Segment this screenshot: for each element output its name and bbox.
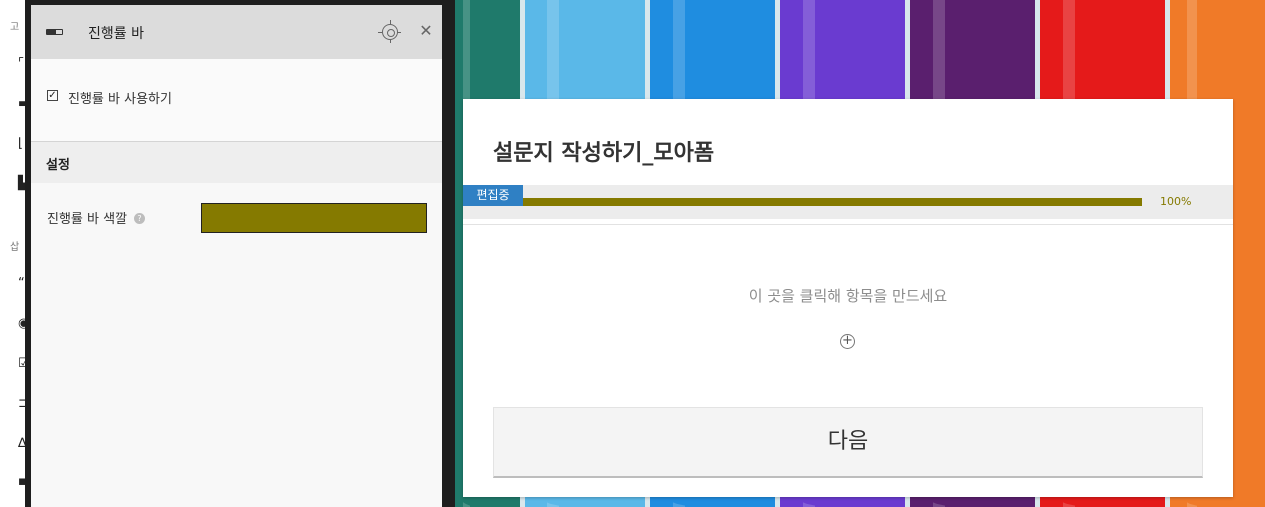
progress-color-row: 진행률 바 색깔 ? (31, 183, 442, 243)
progress-color-picker[interactable] (201, 203, 427, 233)
settings-section-header: 설정 (31, 142, 442, 183)
use-progress-bar-checkbox[interactable]: ✓ (47, 90, 58, 101)
use-progress-bar-label[interactable]: 진행률 바 사용하기 (68, 88, 172, 107)
settings-section-label: 설정 (46, 158, 70, 173)
use-progress-bar-row: ✓ 진행률 바 사용하기 (31, 59, 442, 142)
progress-bar-settings-panel: 진행률 바 ✕ ✓ 진행률 바 사용하기 설정 진행률 바 색깔 ? (25, 0, 455, 507)
progress-color-label: 진행률 바 색깔 (47, 212, 128, 227)
progress-bar-icon (46, 29, 63, 35)
panel-title: 진행률 바 (88, 26, 144, 42)
panel-header: 진행률 바 ✕ (31, 5, 442, 59)
close-icon[interactable]: ✕ (419, 23, 433, 39)
form-title[interactable]: 설문지 작성하기_모아폼 (493, 135, 714, 167)
toolbar-group-label: 삽 (10, 242, 20, 253)
locate-icon[interactable] (378, 20, 401, 43)
form-card: 설문지 작성하기_모아폼 편집중 100% 이 곳을 클릭해 항목을 만드세요 … (463, 99, 1233, 497)
progress-bar-area[interactable]: 편집중 100% (463, 185, 1233, 219)
progress-track (523, 198, 1142, 206)
divider (463, 224, 1233, 225)
progress-fill (523, 198, 1142, 206)
panel-scrollbar[interactable] (442, 5, 455, 507)
next-button[interactable]: 다음 (493, 407, 1203, 478)
panel-body: 진행률 바 ✕ ✓ 진행률 바 사용하기 설정 진행률 바 색깔 ? (31, 5, 455, 507)
toolbar-group-label: 고 (10, 22, 20, 33)
editing-badge: 편집중 (463, 185, 523, 206)
add-item-placeholder[interactable]: 이 곳을 클릭해 항목을 만드세요 (463, 285, 1233, 306)
help-icon[interactable]: ? (134, 213, 145, 224)
progress-percent: 100% (1160, 195, 1192, 208)
add-item-plus-icon[interactable]: + (840, 334, 855, 349)
